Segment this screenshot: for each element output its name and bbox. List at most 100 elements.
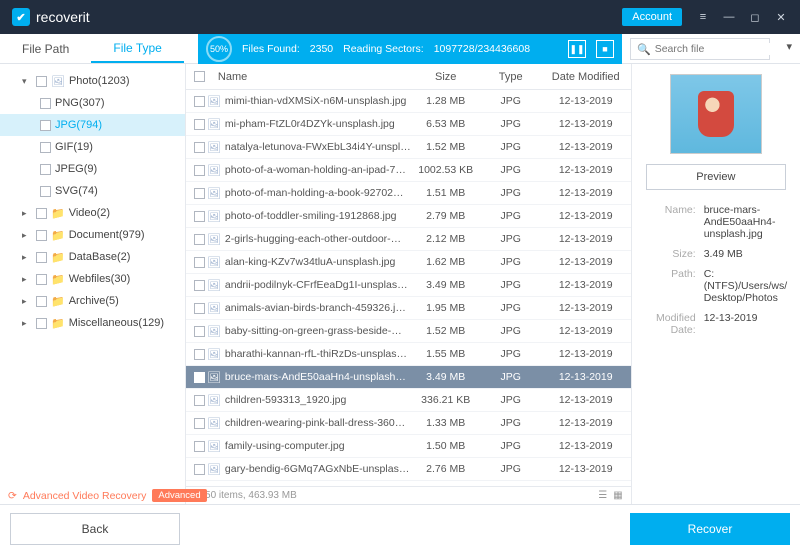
tree-item[interactable]: ▸📁Webfiles(30) bbox=[0, 268, 185, 290]
row-checkbox[interactable] bbox=[194, 165, 205, 176]
maximize-icon[interactable]: ◻ bbox=[742, 4, 768, 30]
view-list-icon[interactable]: ☰ bbox=[598, 490, 607, 501]
search-input[interactable] bbox=[655, 43, 790, 55]
tree-item[interactable]: ▸📁Video(2) bbox=[0, 202, 185, 224]
file-date: 12-13-2019 bbox=[541, 440, 631, 452]
stop-scan-icon[interactable]: ■ bbox=[596, 40, 614, 58]
row-checkbox[interactable] bbox=[194, 395, 205, 406]
app-name: recoverit bbox=[36, 9, 90, 25]
tree-item[interactable]: ▸📁Miscellaneous(129) bbox=[0, 312, 185, 334]
tree-checkbox[interactable] bbox=[40, 98, 51, 109]
col-type[interactable]: Type bbox=[481, 71, 541, 83]
col-size[interactable]: Size bbox=[411, 71, 481, 83]
file-row[interactable]: 🖼mimi-thian-vdXMSiX-n6M-unsplash.jpg1.28… bbox=[186, 90, 631, 113]
view-grid-icon[interactable]: ▦ bbox=[613, 490, 622, 501]
file-row[interactable]: 🖼mi-pham-FtZL0r4DZYk-unsplash.jpg6.53 MB… bbox=[186, 113, 631, 136]
back-button[interactable]: Back bbox=[10, 513, 180, 545]
file-row[interactable]: 🖼family-using-computer.jpg1.50 MBJPG12-1… bbox=[186, 435, 631, 458]
file-row[interactable]: 🖼animals-avian-birds-branch-459326.j…1.9… bbox=[186, 297, 631, 320]
tree-checkbox[interactable] bbox=[36, 230, 47, 241]
file-name: children-593313_1920.jpg bbox=[225, 394, 411, 406]
file-row[interactable]: 🖼photo-of-toddler-smiling-1912868.jpg2.7… bbox=[186, 205, 631, 228]
tree-label: Video(2) bbox=[69, 207, 110, 219]
tree-checkbox[interactable] bbox=[40, 186, 51, 197]
row-checkbox[interactable] bbox=[194, 96, 205, 107]
tree-item[interactable]: ▾🖼Photo(1203) bbox=[0, 70, 185, 92]
row-checkbox[interactable] bbox=[194, 280, 205, 291]
tree-item[interactable]: ▸📁Document(979) bbox=[0, 224, 185, 246]
logo-icon: ✔ bbox=[12, 8, 30, 26]
tree-checkbox[interactable] bbox=[40, 142, 51, 153]
row-checkbox[interactable] bbox=[194, 303, 205, 314]
file-row[interactable]: 🖼natalya-letunova-FWxEbL34i4Y-unspl…1.52… bbox=[186, 136, 631, 159]
file-size: 6.53 MB bbox=[411, 118, 481, 130]
chevron-icon: ▸ bbox=[22, 208, 32, 219]
tree-checkbox[interactable] bbox=[36, 252, 47, 263]
tree-item[interactable]: SVG(74) bbox=[0, 180, 185, 202]
file-size: 3.49 MB bbox=[411, 371, 481, 383]
close-icon[interactable]: ✕ bbox=[768, 4, 794, 30]
file-row[interactable]: 🖼gary-bendig-6GMq7AGxNbE-unsplas…2.76 MB… bbox=[186, 458, 631, 481]
tree-item[interactable]: JPG(794) bbox=[0, 114, 185, 136]
tree-checkbox[interactable] bbox=[36, 208, 47, 219]
file-date: 12-13-2019 bbox=[541, 279, 631, 291]
row-checkbox[interactable] bbox=[194, 464, 205, 475]
file-name: bharathi-kannan-rfL-thiRzDs-unsplas… bbox=[225, 348, 411, 360]
col-date[interactable]: Date Modified bbox=[541, 71, 631, 83]
minimize-icon[interactable]: — bbox=[716, 4, 742, 30]
tree-item[interactable]: JPEG(9) bbox=[0, 158, 185, 180]
row-checkbox[interactable] bbox=[194, 349, 205, 360]
tree-item[interactable]: PNG(307) bbox=[0, 92, 185, 114]
advanced-video-recovery[interactable]: ⟳ Advanced Video Recovery Advanced bbox=[8, 489, 207, 502]
file-row[interactable]: 🖼2-girls-hugging-each-other-outdoor-…2.1… bbox=[186, 228, 631, 251]
scan-progress-bar: 50% Files Found: 2350 Reading Sectors: 1… bbox=[198, 34, 622, 64]
meta-path-label: Path: bbox=[642, 268, 704, 304]
chevron-icon: ▸ bbox=[22, 318, 32, 329]
tree-item[interactable]: ▸📁Archive(5) bbox=[0, 290, 185, 312]
tree-checkbox[interactable] bbox=[40, 120, 51, 131]
row-checkbox[interactable] bbox=[194, 326, 205, 337]
file-row[interactable]: 🖼children-593313_1920.jpg336.21 KBJPG12-… bbox=[186, 389, 631, 412]
file-row[interactable]: 🖼bharathi-kannan-rfL-thiRzDs-unsplas…1.5… bbox=[186, 343, 631, 366]
file-row[interactable]: 🖼photo-of-man-holding-a-book-92702…1.51 … bbox=[186, 182, 631, 205]
tree-checkbox[interactable] bbox=[36, 318, 47, 329]
tree-checkbox[interactable] bbox=[36, 296, 47, 307]
col-name[interactable]: Name bbox=[214, 71, 411, 83]
file-row[interactable]: 🖼photo-of-a-woman-holding-an-ipad-7…1002… bbox=[186, 159, 631, 182]
account-button[interactable]: Account bbox=[622, 8, 682, 26]
row-checkbox[interactable] bbox=[194, 142, 205, 153]
row-checkbox[interactable] bbox=[194, 372, 205, 383]
row-checkbox[interactable] bbox=[194, 188, 205, 199]
recover-button[interactable]: Recover bbox=[630, 513, 790, 545]
select-all-checkbox[interactable] bbox=[194, 71, 205, 82]
row-checkbox[interactable] bbox=[194, 418, 205, 429]
menu-icon[interactable]: ≡ bbox=[690, 4, 716, 30]
row-checkbox[interactable] bbox=[194, 441, 205, 452]
file-row[interactable]: 🖼bruce-mars-AndE50aaHn4-unsplash…3.49 MB… bbox=[186, 366, 631, 389]
tree-checkbox[interactable] bbox=[36, 76, 47, 87]
file-row[interactable]: 🖼baby-sitting-on-green-grass-beside-…1.5… bbox=[186, 320, 631, 343]
file-row[interactable]: 🖼children-wearing-pink-ball-dress-360…1.… bbox=[186, 412, 631, 435]
tree-item[interactable]: ▸📁DataBase(2) bbox=[0, 246, 185, 268]
file-type: JPG bbox=[481, 141, 541, 153]
row-checkbox[interactable] bbox=[194, 257, 205, 268]
file-type: JPG bbox=[481, 302, 541, 314]
tree-label: Document(979) bbox=[69, 229, 145, 241]
preview-button[interactable]: Preview bbox=[646, 164, 786, 190]
search-icon: 🔍 bbox=[637, 43, 651, 56]
tree-checkbox[interactable] bbox=[40, 164, 51, 175]
tab-file-path[interactable]: File Path bbox=[0, 34, 91, 63]
file-row[interactable]: 🖼alan-king-KZv7w34tluA-unsplash.jpg1.62 … bbox=[186, 251, 631, 274]
row-checkbox[interactable] bbox=[194, 211, 205, 222]
row-checkbox[interactable] bbox=[194, 119, 205, 130]
search-box[interactable]: 🔍 bbox=[630, 38, 770, 60]
tree-checkbox[interactable] bbox=[36, 274, 47, 285]
row-checkbox[interactable] bbox=[194, 234, 205, 245]
pause-scan-icon[interactable]: ❚❚ bbox=[568, 40, 586, 58]
filter-icon[interactable]: ▾ bbox=[786, 40, 792, 53]
file-row[interactable]: 🖼andrii-podilnyk-CFrfEeaDg1I-unsplas…3.4… bbox=[186, 274, 631, 297]
file-date: 12-13-2019 bbox=[541, 187, 631, 199]
tab-file-type[interactable]: File Type bbox=[91, 34, 183, 63]
tree-item[interactable]: GIF(19) bbox=[0, 136, 185, 158]
file-size: 2.79 MB bbox=[411, 210, 481, 222]
